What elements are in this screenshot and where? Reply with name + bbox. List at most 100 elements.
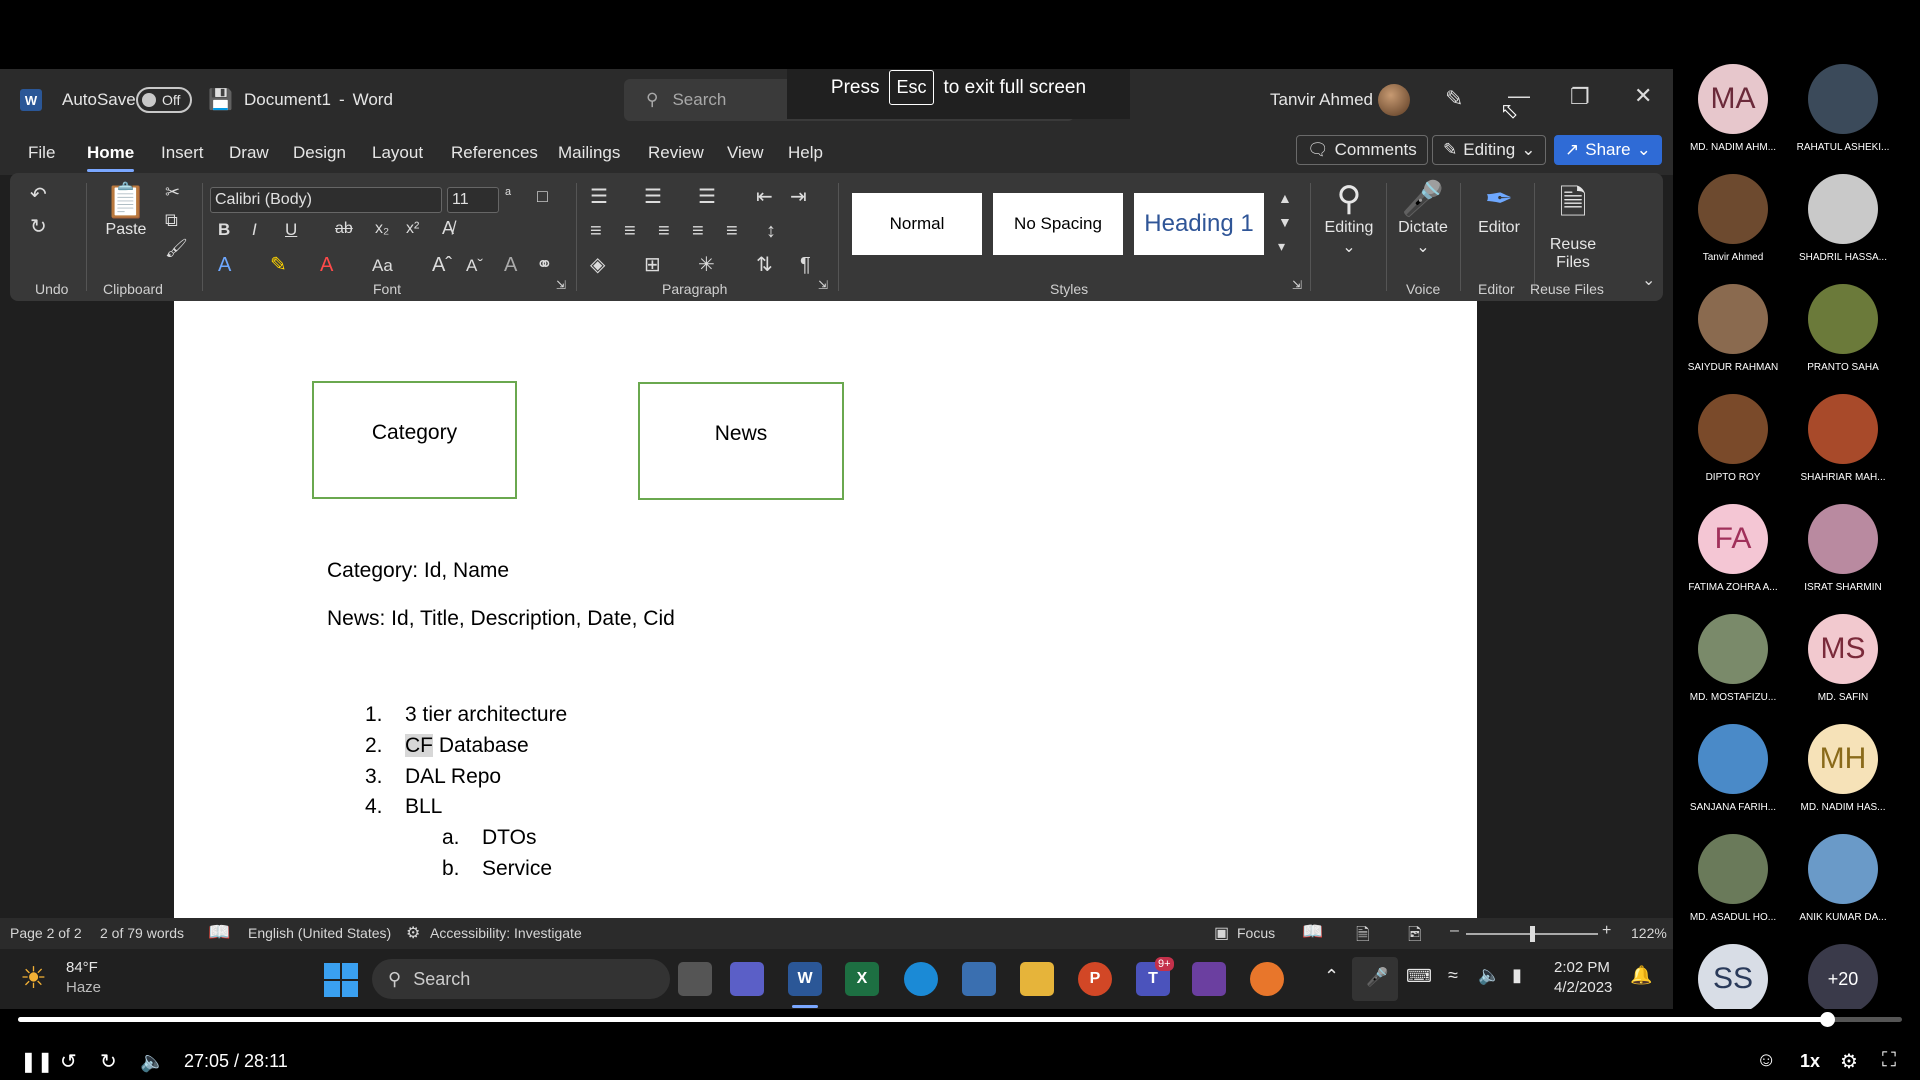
- participant-tile[interactable]: Tanvir Ahmed: [1673, 174, 1793, 263]
- subscript-icon[interactable]: x₂: [375, 221, 389, 237]
- show-formatting-icon[interactable]: ¶: [800, 255, 811, 275]
- proofing-icon[interactable]: 📖: [208, 922, 230, 943]
- participant-tile[interactable]: SHAHRIAR MAH...: [1783, 394, 1903, 483]
- edge-app-icon[interactable]: [904, 962, 938, 996]
- word-app-icon[interactable]: W: [788, 962, 822, 996]
- keyboard-icon[interactable]: ⌨: [1406, 966, 1432, 987]
- tab-draw[interactable]: Draw: [229, 143, 269, 163]
- styles-scroll-up-icon[interactable]: ▲: [1278, 191, 1292, 205]
- volume-icon[interactable]: 🔈: [1478, 965, 1500, 986]
- tab-file[interactable]: File: [28, 143, 55, 163]
- mute-button[interactable]: 🎤: [1352, 957, 1398, 1001]
- participant-tile[interactable]: MD. MOSTAFIZU...: [1673, 614, 1793, 703]
- battery-icon[interactable]: ▮: [1512, 965, 1522, 986]
- participant-tile[interactable]: ANIK KUMAR DA...: [1783, 834, 1903, 923]
- playback-speed[interactable]: 1x: [1800, 1051, 1820, 1072]
- focus-button[interactable]: Focus: [1237, 925, 1275, 941]
- zoom-out-icon[interactable]: –: [1450, 922, 1459, 940]
- category-shape[interactable]: Category: [312, 381, 517, 499]
- cut-icon[interactable]: ✂: [165, 183, 180, 201]
- tab-design[interactable]: Design: [293, 143, 346, 163]
- undo-icon[interactable]: ↶: [30, 185, 47, 205]
- font-name-dropdown[interactable]: Calibri (Body): [210, 187, 442, 213]
- copy-icon[interactable]: ⧉: [165, 211, 178, 229]
- reuse-files-button[interactable]: 🗎 Reuse Files: [1540, 179, 1606, 272]
- style-no-spacing[interactable]: No Spacing: [993, 193, 1123, 255]
- restore-icon[interactable]: ❐: [1570, 84, 1590, 110]
- zoom-level[interactable]: 122%: [1631, 925, 1667, 941]
- italic-icon[interactable]: I: [252, 221, 257, 238]
- draw-app-icon[interactable]: [1250, 962, 1284, 996]
- pause-icon[interactable]: ❚❚: [20, 1049, 54, 1074]
- line-spacing-icon[interactable]: ↕: [766, 221, 776, 241]
- document-page[interactable]: Category News Category: Id, Name News: I…: [174, 301, 1477, 918]
- participant-tile[interactable]: RAHATUL ASHEKI...: [1783, 64, 1903, 153]
- bullets-icon[interactable]: ☰: [590, 187, 608, 207]
- share-button[interactable]: ↗ Share ⌄: [1554, 135, 1662, 165]
- weather-icon[interactable]: ☀: [20, 961, 47, 996]
- underline-icon[interactable]: U: [285, 221, 297, 238]
- web-layout-icon[interactable]: 🖻: [1408, 922, 1422, 949]
- tab-home[interactable]: Home: [87, 143, 135, 172]
- tab-references[interactable]: References: [451, 143, 538, 163]
- numbering-icon[interactable]: ☰: [644, 187, 662, 207]
- visual-studio-icon[interactable]: [1192, 962, 1226, 996]
- dictate-button[interactable]: 🎤 Dictate ⌄: [1390, 179, 1456, 257]
- tab-view[interactable]: View: [727, 143, 764, 163]
- comments-button[interactable]: 🗨 Comments: [1296, 135, 1428, 165]
- participant-tile[interactable]: FA FATIMA ZOHRA A...: [1673, 504, 1793, 593]
- notification-icon[interactable]: 🔔: [1630, 965, 1652, 986]
- highlight-icon[interactable]: ✎: [270, 255, 287, 275]
- zoom-slider-thumb[interactable]: [1530, 926, 1535, 942]
- print-layout-icon[interactable]: 🗎: [1356, 922, 1370, 949]
- participant-tile[interactable]: PRANTO SAHA: [1783, 284, 1903, 373]
- pen-icon[interactable]: ✎: [1445, 86, 1463, 112]
- shrink-font-icon[interactable]: Aˇ: [466, 257, 483, 274]
- weather-temp[interactable]: 84°F: [66, 959, 98, 976]
- clock-time[interactable]: 2:02 PM: [1554, 959, 1610, 976]
- read-mode-icon[interactable]: 📖: [1302, 922, 1323, 942]
- participant-tile[interactable]: SHADRIL HASSA...: [1783, 174, 1903, 263]
- align-right-icon[interactable]: ≡: [658, 221, 670, 241]
- tab-review[interactable]: Review: [648, 143, 704, 163]
- editing-mode-button[interactable]: ✎ Editing ⌄: [1432, 135, 1547, 165]
- tab-mailings[interactable]: Mailings: [558, 143, 620, 163]
- distributed-icon[interactable]: ≡: [726, 221, 738, 241]
- fullscreen-exit-icon[interactable]: ⛶: [1882, 1049, 1896, 1072]
- styles-dialog-launcher-icon[interactable]: ⇲: [1292, 279, 1302, 291]
- language[interactable]: English (United States): [248, 925, 391, 941]
- accessibility-status[interactable]: Accessibility: Investigate: [430, 925, 582, 941]
- change-case-icon[interactable]: ᵃ: [505, 187, 511, 203]
- tab-insert[interactable]: Insert: [161, 143, 204, 163]
- strikethrough-icon[interactable]: ab: [335, 221, 353, 237]
- font-size-dropdown[interactable]: 11: [447, 187, 499, 213]
- news-shape[interactable]: News: [638, 382, 844, 500]
- increase-indent-icon[interactable]: ⇥: [790, 187, 807, 207]
- participant-tile[interactable]: SAIYDUR RAHMAN: [1673, 284, 1793, 373]
- style-heading-1[interactable]: Heading 1: [1134, 193, 1264, 255]
- participant-tile[interactable]: MH MD. NADIM HAS...: [1783, 724, 1903, 813]
- user-avatar[interactable]: [1378, 84, 1410, 116]
- align-center-icon[interactable]: ≡: [624, 221, 636, 241]
- close-icon[interactable]: ✕: [1634, 83, 1652, 109]
- collapse-ribbon-icon[interactable]: ⌄: [1642, 273, 1655, 289]
- asian-layout-icon[interactable]: ✳: [698, 255, 715, 275]
- settings-gear-icon[interactable]: ⚙: [1840, 1049, 1858, 1074]
- paste-button[interactable]: 📋 Paste: [102, 181, 150, 239]
- multilevel-list-icon[interactable]: ☰: [698, 187, 716, 207]
- character-border-icon[interactable]: □: [537, 187, 548, 205]
- style-normal[interactable]: Normal: [852, 193, 982, 255]
- clear-formatting-icon[interactable]: A̸: [442, 219, 454, 237]
- wifi-icon[interactable]: ≈: [1448, 965, 1458, 986]
- audio-description-icon[interactable]: ☺: [1756, 1049, 1776, 1072]
- participant-tile[interactable]: MA MD. NADIM AHM...: [1673, 64, 1793, 153]
- justify-icon[interactable]: ≡: [692, 221, 704, 241]
- excel-app-icon[interactable]: X: [845, 962, 879, 996]
- powerpoint-app-icon[interactable]: P: [1078, 962, 1112, 996]
- editing-button[interactable]: ⚲ Editing ⌄: [1316, 179, 1382, 257]
- styles-more-icon[interactable]: ▾: [1278, 239, 1285, 253]
- network-app-icon[interactable]: [962, 962, 996, 996]
- font-dialog-launcher-icon[interactable]: ⇲: [556, 279, 566, 291]
- clock-date[interactable]: 4/2/2023: [1554, 979, 1612, 996]
- participant-tile[interactable]: SANJANA FARIH...: [1673, 724, 1793, 813]
